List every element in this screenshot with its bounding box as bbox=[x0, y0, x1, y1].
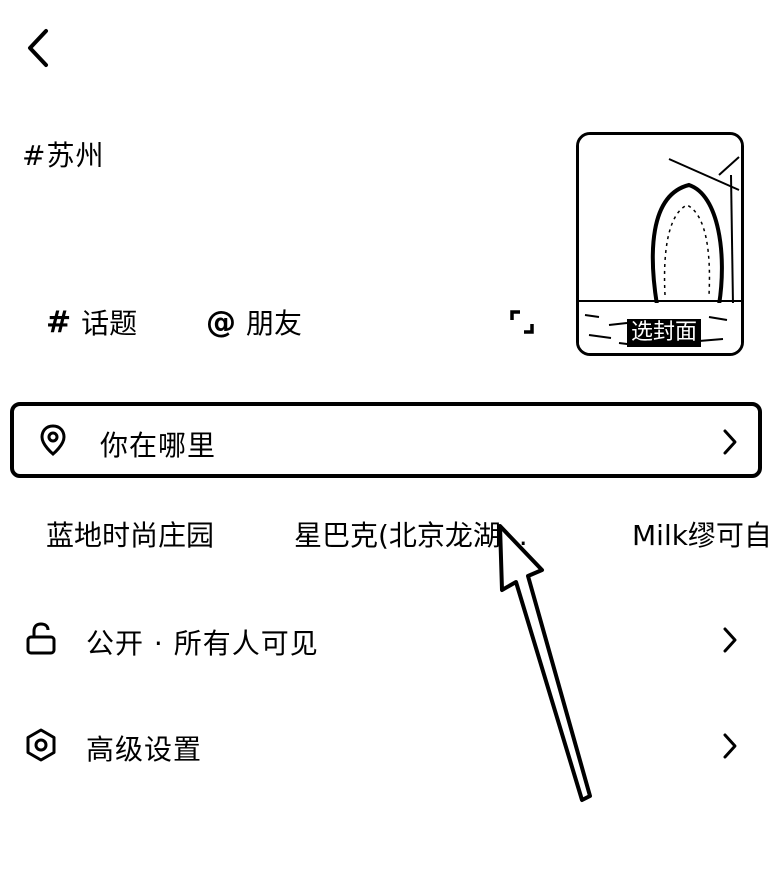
location-pin-icon bbox=[40, 424, 66, 456]
expand-button[interactable] bbox=[508, 308, 536, 336]
unlock-icon bbox=[26, 622, 56, 655]
visibility-row[interactable]: 公开 · 所有人可见 bbox=[0, 604, 784, 674]
location-suggestion[interactable]: 蓝地时尚庄园 bbox=[46, 514, 214, 554]
cover-thumbnail[interactable]: 选封面 bbox=[576, 132, 744, 356]
hash-icon: # bbox=[46, 304, 72, 340]
chevron-right-icon bbox=[723, 627, 737, 653]
mention-friend-chip[interactable]: @ 朋友 bbox=[206, 302, 302, 342]
advanced-settings-label: 高级设置 bbox=[86, 733, 203, 766]
publish-post-screen: #苏州 选封面 # 话题 @ 朋友 你在哪里 蓝地时尚庄园 星巴克(北京龙湖..… bbox=[0, 0, 784, 874]
back-button[interactable] bbox=[18, 24, 58, 72]
topic-chip-label: 话题 bbox=[81, 307, 138, 340]
chevron-right-icon bbox=[723, 733, 737, 759]
annotation-arrow-icon bbox=[498, 524, 592, 802]
location-suggestion[interactable]: Milk缪可自 bbox=[632, 514, 772, 554]
expand-icon bbox=[510, 310, 534, 334]
advanced-settings-row[interactable]: 高级设置 bbox=[0, 710, 784, 780]
location-placeholder: 你在哪里 bbox=[100, 429, 217, 462]
mention-friend-label: 朋友 bbox=[246, 307, 303, 340]
back-chevron-icon bbox=[28, 29, 48, 67]
chevron-right-icon bbox=[723, 429, 737, 455]
select-cover-label[interactable]: 选封面 bbox=[627, 319, 702, 347]
post-caption-text[interactable]: #苏州 bbox=[22, 134, 104, 174]
location-row[interactable]: 你在哪里 bbox=[10, 402, 762, 478]
topic-chip[interactable]: # 话题 bbox=[46, 302, 137, 342]
location-suggestions: 蓝地时尚庄园 星巴克(北京龙湖... Milk缪可自 bbox=[0, 508, 784, 556]
visibility-label: 公开 · 所有人可见 bbox=[86, 627, 319, 660]
hexagon-settings-icon bbox=[26, 728, 56, 762]
at-icon: @ bbox=[206, 304, 236, 340]
